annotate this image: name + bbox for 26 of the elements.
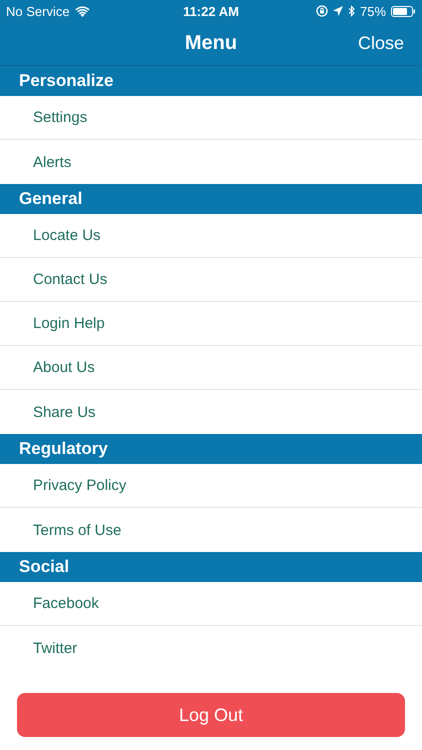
orientation-lock-icon — [316, 5, 328, 17]
battery-icon — [391, 6, 416, 16]
section-header: Personalize — [0, 66, 422, 96]
clock-text: 11:22 AM — [183, 4, 239, 18]
close-button[interactable]: Close — [358, 33, 404, 54]
menu-item[interactable]: Privacy Policy — [20, 477, 126, 494]
menu-item[interactable]: About Us — [20, 359, 95, 376]
menu-item[interactable]: Twitter — [20, 640, 78, 656]
section-header: Regulatory — [0, 434, 422, 464]
wifi-icon — [74, 6, 90, 16]
menu-item[interactable]: Settings — [20, 109, 88, 126]
menu-item[interactable]: Facebook — [20, 595, 99, 612]
carrier-text: No Service — [6, 4, 70, 18]
battery-percent: 75% — [360, 4, 386, 18]
menu-item[interactable]: Share Us — [20, 404, 96, 420]
menu-item[interactable]: Terms of Use — [20, 522, 122, 538]
nav-title: Menu — [184, 32, 238, 55]
section-header: Social — [0, 552, 422, 582]
location-arrow-icon — [332, 6, 343, 16]
bluetooth-icon — [348, 5, 355, 17]
menu-item[interactable]: Contact Us — [20, 271, 108, 288]
logout-button[interactable]: Log Out — [17, 693, 405, 737]
menu-item[interactable]: Login Help — [20, 315, 105, 332]
section-header: General — [0, 184, 422, 214]
menu-item[interactable]: Locate Us — [20, 227, 101, 244]
menu-item[interactable]: Alerts — [20, 154, 72, 170]
